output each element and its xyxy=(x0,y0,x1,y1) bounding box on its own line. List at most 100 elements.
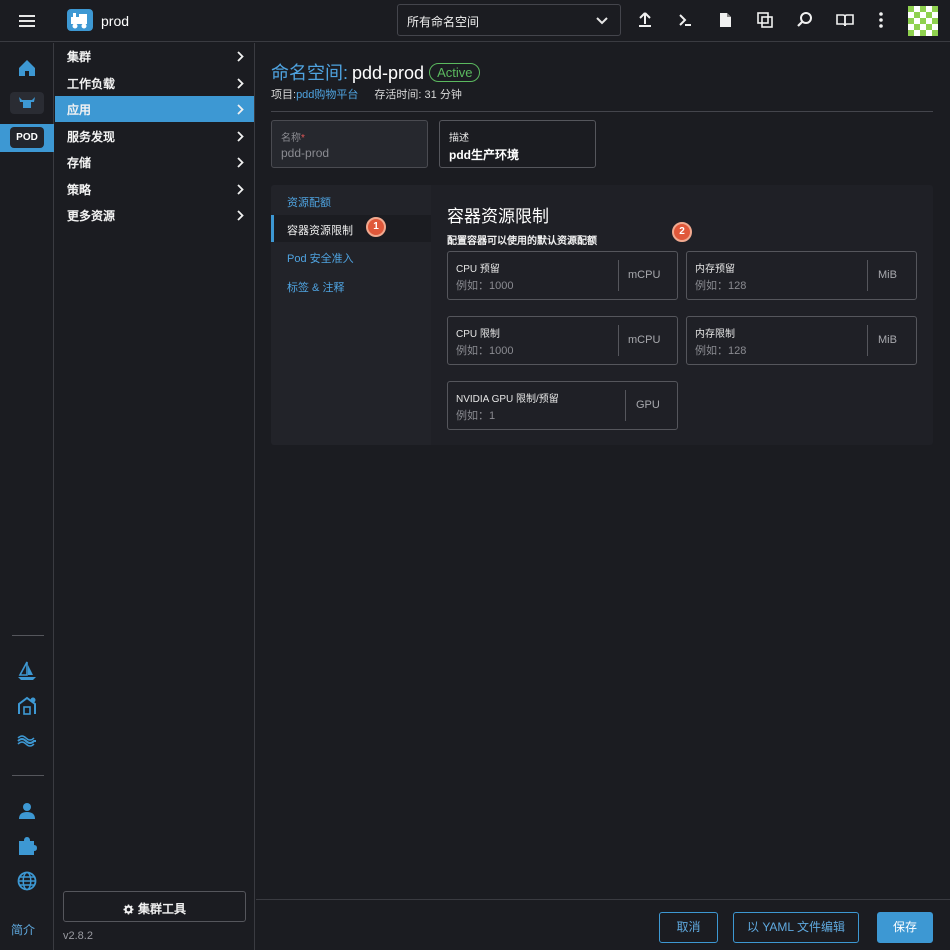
chevron-right-icon xyxy=(237,77,244,89)
sidebar-item-label: 存储 xyxy=(67,156,92,170)
title-prefix: 命名空间: xyxy=(271,63,349,83)
project-label: 项目: xyxy=(271,89,297,101)
book-icon[interactable] xyxy=(836,11,854,29)
chevron-right-icon xyxy=(237,130,244,142)
resource-unit: GPU xyxy=(636,399,660,411)
gear-icon xyxy=(123,904,134,915)
sidebar-item-label: 应用 xyxy=(67,103,92,117)
sidebar-item-label: 集群 xyxy=(67,50,92,64)
cancel-button[interactable]: 取消 xyxy=(659,912,718,943)
left-rail: POD 简介 xyxy=(0,43,54,950)
resource-input-label: CPU 限制 xyxy=(456,329,500,340)
resource-input[interactable]: 内存限制 例如：128 MiB xyxy=(686,316,917,365)
home-icon[interactable] xyxy=(16,57,38,79)
unit-separator xyxy=(618,260,619,291)
tab-label: 容器资源限制 xyxy=(287,225,353,237)
resource-input[interactable]: CPU 预留 例如：1000 mCPU xyxy=(447,251,678,300)
resource-input-placeholder: 例如：128 xyxy=(695,280,747,292)
copy-icon[interactable] xyxy=(756,11,774,29)
tab[interactable]: 资源配额 xyxy=(271,187,431,214)
sidebar-item-label: 工作负载 xyxy=(67,76,116,91)
tab-label: 标签 & 注释 xyxy=(287,282,345,294)
name-field-value: pdd-prod xyxy=(281,146,330,160)
chevron-right-icon xyxy=(237,157,244,168)
user-avatar[interactable] xyxy=(908,6,938,36)
upload-icon[interactable] xyxy=(636,11,654,29)
fleet-icon[interactable] xyxy=(16,730,38,752)
sidebar-item[interactable]: 存储 xyxy=(55,149,254,175)
page-title: 命名空间: pdd-prod Active xyxy=(271,59,481,85)
intro-link[interactable]: 简介 xyxy=(11,921,35,938)
tab[interactable]: 标签 & 注释 xyxy=(271,272,431,299)
namespace-select[interactable]: 所有命名空间 xyxy=(397,4,621,36)
cluster-tools-label: 集群工具 xyxy=(137,902,186,916)
step-marker-2: 2 xyxy=(672,222,692,242)
search-icon[interactable] xyxy=(796,11,814,29)
unit-separator xyxy=(625,390,626,421)
panel-subtitle: 配置容器可以使用的默认资源配额 xyxy=(447,236,597,247)
file-icon[interactable] xyxy=(716,11,734,29)
resource-input-label: CPU 预留 xyxy=(456,264,500,275)
sailboat-icon[interactable] xyxy=(16,660,38,682)
resource-unit: mCPU xyxy=(628,334,661,346)
cluster-pod-button[interactable]: POD xyxy=(0,124,54,152)
edit-yaml-button[interactable]: 以 YAML 文件编辑 xyxy=(733,912,859,943)
vertical-tabs: 资源配额容器资源限制 Pod 安全准入 标签 & 注释 xyxy=(271,185,431,445)
puzzle-icon[interactable] xyxy=(16,835,38,857)
resource-input[interactable]: CPU 限制 例如：1000 mCPU xyxy=(447,316,678,365)
menu-icon[interactable] xyxy=(17,13,37,29)
cluster-name: prod xyxy=(101,13,130,29)
chevron-right-icon xyxy=(237,183,244,195)
resource-unit: MiB xyxy=(878,334,897,346)
unit-separator xyxy=(618,325,619,356)
description-field[interactable]: 描述 pdd生产环境 xyxy=(439,120,596,168)
tab[interactable]: 容器资源限制 xyxy=(271,215,431,242)
panel-title: 容器资源限制 xyxy=(447,207,549,226)
cluster-tools-button[interactable]: 集群工具 xyxy=(63,891,246,922)
side-nav: 集群工作负载应用服务发现存储策略更多资源 集群工具 v2.8.2 xyxy=(55,43,255,950)
sidebar-item[interactable]: 集群 xyxy=(55,43,254,69)
project-link[interactable]: pdd购物平台 xyxy=(296,89,358,101)
chevron-down-icon xyxy=(596,16,608,26)
name-field[interactable]: 名称* pdd-prod xyxy=(271,120,428,168)
main-content: 命名空间: pdd-prod Active 项目:pdd购物平台 存活时间: 31 分… xyxy=(256,43,950,899)
sidebar-item[interactable]: 更多资源 xyxy=(55,202,254,228)
resource-input[interactable]: 内存预留 例如：128 MiB xyxy=(686,251,917,300)
resource-input-label: 内存限制 xyxy=(695,329,735,340)
cluster-explorer-button[interactable] xyxy=(10,92,44,114)
tab-label: Pod 安全准入 xyxy=(287,253,354,265)
globe-icon[interactable] xyxy=(16,870,38,892)
unit-separator xyxy=(867,325,868,356)
cluster-logo-icon xyxy=(67,9,93,31)
chevron-right-icon xyxy=(237,104,244,115)
rail-divider xyxy=(12,635,44,636)
resource-unit: mCPU xyxy=(628,269,661,281)
terminal-icon[interactable] xyxy=(676,11,694,29)
sidebar-item[interactable]: 工作负载 xyxy=(55,70,254,96)
tab[interactable]: Pod 安全准入 xyxy=(271,243,431,270)
sidebar-item[interactable]: 策略 xyxy=(55,176,254,202)
resource-input[interactable]: NVIDIA GPU 限制/预留 例如：1 GPU xyxy=(447,381,678,430)
description-field-value: pdd生产环境 xyxy=(449,148,519,162)
resource-input-label: NVIDIA GPU 限制/预留 xyxy=(456,394,559,405)
warehouse-icon[interactable] xyxy=(16,695,38,717)
name-field-label: 名称* xyxy=(281,133,305,144)
chevron-right-icon xyxy=(237,210,244,221)
age-label: 存活时间: 31 分钟 xyxy=(374,89,462,101)
save-button[interactable]: 保存 xyxy=(877,912,933,943)
sidebar-item-label: 更多资源 xyxy=(67,209,116,223)
user-icon[interactable] xyxy=(16,800,38,822)
sidebar-item[interactable]: 应用 xyxy=(55,96,254,122)
resource-input-placeholder: 例如：1 xyxy=(456,410,496,422)
footer-bar: 取消 以 YAML 文件编辑 保存 xyxy=(256,899,950,950)
sidebar-item[interactable]: 服务发现 xyxy=(55,123,254,149)
page-meta: 项目:pdd购物平台 存活时间: 31 分钟 xyxy=(271,86,462,102)
pod-badge: POD xyxy=(10,127,44,148)
resource-input-label: 内存预留 xyxy=(695,264,735,275)
more-vertical-icon[interactable] xyxy=(872,11,890,29)
namespace-select-value: 所有命名空间 xyxy=(407,15,480,29)
cow-icon xyxy=(19,97,35,108)
namespace-name: pdd-prod xyxy=(352,63,425,83)
sidebar-item-label: 策略 xyxy=(67,182,92,197)
version-label: v2.8.2 xyxy=(63,930,93,942)
